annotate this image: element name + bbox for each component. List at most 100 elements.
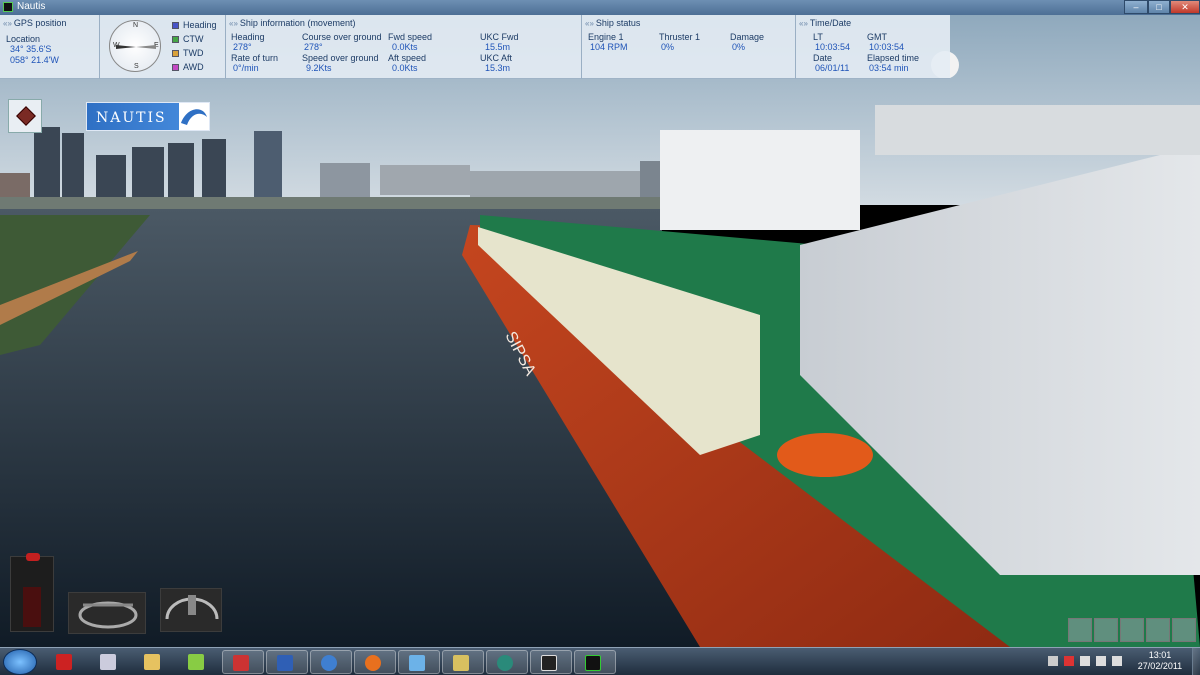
thruster-label: Thruster 1	[659, 32, 701, 42]
lt-label: LT	[813, 32, 823, 42]
compass-needle-icon	[116, 45, 156, 49]
damage-value: 0%	[732, 42, 746, 52]
elapsed-value: 03:54 min	[869, 63, 909, 73]
taskbar-nautis[interactable]	[574, 650, 616, 674]
view-button-4[interactable]	[1146, 618, 1170, 642]
nautis-logo: NAUTIS	[86, 102, 210, 131]
start-button[interactable]	[3, 649, 37, 675]
close-button[interactable]: ✕	[1170, 0, 1200, 14]
app-icon	[541, 655, 557, 671]
taskbar-app-1[interactable]	[46, 650, 82, 674]
location-label: Location	[6, 34, 41, 44]
mail-icon	[321, 655, 337, 671]
legend-heading: Heading	[183, 20, 217, 30]
app-icon	[497, 655, 513, 671]
engine-telegraph[interactable]	[10, 553, 54, 632]
taskbar-app-10[interactable]	[442, 650, 484, 674]
rudder-control[interactable]	[68, 592, 146, 634]
network-icon[interactable]	[1080, 656, 1090, 666]
view-button-2[interactable]	[1094, 618, 1118, 642]
view-button-3[interactable]	[1120, 618, 1144, 642]
taskbar-pdf[interactable]	[222, 650, 264, 674]
taskbar-clock[interactable]: 13:01 27/02/2011	[1130, 650, 1190, 674]
ukc-aft-value: 15.3m	[485, 63, 511, 73]
latitude-value: 34° 35.6'S	[10, 44, 52, 54]
app-icon	[453, 655, 469, 671]
aft-speed-label: Aft speed	[388, 53, 427, 63]
taskbar-explorer[interactable]	[134, 650, 170, 674]
gmt-value: 10:03:54	[869, 42, 905, 52]
taskbar-app-12[interactable]	[530, 650, 572, 674]
taskbar-word[interactable]	[266, 650, 308, 674]
app-icon	[56, 654, 72, 670]
show-desktop-button[interactable]	[1192, 648, 1200, 675]
steering-wheel-icon	[78, 601, 138, 629]
heading-label: Heading	[231, 32, 265, 42]
ukc-fwd-value: 15.5m	[485, 42, 511, 52]
rate-of-turn-label: Rate of turn	[231, 53, 279, 63]
date-label: Date	[813, 53, 833, 63]
compass-panel: N S E W Heading CTW TWD AWD	[100, 15, 226, 79]
nautis-app-icon	[585, 655, 601, 671]
gps-title: GPS position	[13, 18, 67, 28]
taskbar-firefox[interactable]	[354, 650, 396, 674]
gps-panel: «» GPS position Location 34° 35.6'S 058° …	[0, 15, 100, 79]
wave-icon	[179, 103, 209, 130]
app-icon	[188, 654, 204, 670]
taskbar-calculator[interactable]	[90, 650, 126, 674]
logo-text: NAUTIS	[96, 110, 167, 126]
ukc-aft-label: UKC Aft	[480, 53, 513, 63]
funnel-wall	[660, 130, 860, 230]
tray-arrow-icon[interactable]	[1048, 656, 1058, 666]
lt-value: 10:03:54	[815, 42, 851, 52]
lifeboat	[777, 433, 873, 477]
taskbar-app-9[interactable]	[398, 650, 440, 674]
tray-flag-icon[interactable]	[1064, 656, 1074, 666]
heading-color-swatch	[172, 22, 179, 29]
camera-cube-icon[interactable]	[8, 99, 42, 133]
window-title-bar: Nautis – □ ✕	[0, 0, 1200, 15]
fwd-speed-value: 0.0Kts	[392, 42, 418, 52]
awd-color-swatch	[172, 64, 179, 71]
ship-status-title: Ship status	[595, 18, 641, 28]
app-icon	[409, 655, 425, 671]
movement-panel: «» Ship information (movement) Heading 27…	[226, 15, 582, 79]
elapsed-label: Elapsed time	[867, 53, 920, 63]
firefox-icon	[365, 655, 381, 671]
hud-panel: «» GPS position Location 34° 35.6'S 058° …	[0, 15, 950, 79]
minimize-button[interactable]: –	[1124, 0, 1148, 14]
gmt-label: GMT	[867, 32, 887, 42]
ship-status-panel: «» Ship status Engine 1 104 RPM Thruster …	[582, 15, 796, 79]
taskbar-app-4[interactable]	[178, 650, 214, 674]
system-tray	[1046, 650, 1126, 674]
taskbar-thunderbird[interactable]	[310, 650, 352, 674]
time-panel: «» Time/Date LT 10:03:54 Date 06/01/11 GM…	[799, 18, 920, 73]
word-icon	[277, 655, 293, 671]
window-title: Nautis	[17, 1, 46, 12]
cog-value: 278°	[304, 42, 323, 52]
cog-label: Course over ground	[302, 32, 382, 42]
app-icon	[3, 2, 13, 12]
volume-icon[interactable]	[1112, 656, 1122, 666]
legend-twd: TWD	[183, 48, 204, 58]
view-button-5[interactable]	[1172, 618, 1196, 642]
twd-color-swatch	[172, 50, 179, 57]
rate-of-turn-value: 0°/min	[233, 63, 259, 73]
calculator-icon	[100, 654, 116, 670]
far-shore	[0, 197, 660, 209]
taskbar-app-11[interactable]	[486, 650, 528, 674]
view-button-1[interactable]	[1068, 618, 1092, 642]
signal-icon[interactable]	[1096, 656, 1106, 666]
ctw-color-swatch	[172, 36, 179, 43]
sog-label: Speed over ground	[302, 53, 379, 63]
telegraph-lever-icon[interactable]	[23, 587, 41, 627]
folder-icon	[144, 654, 160, 670]
pdf-icon	[233, 655, 249, 671]
thruster-control[interactable]	[160, 588, 222, 632]
compass-rose-icon[interactable]: N S E W	[109, 20, 161, 72]
bridge-deck	[875, 105, 1200, 155]
clock-date: 27/02/2011	[1137, 661, 1183, 671]
thruster-dial-icon	[165, 595, 219, 620]
fwd-speed-label: Fwd speed	[388, 32, 433, 42]
maximize-button[interactable]: □	[1148, 0, 1170, 14]
